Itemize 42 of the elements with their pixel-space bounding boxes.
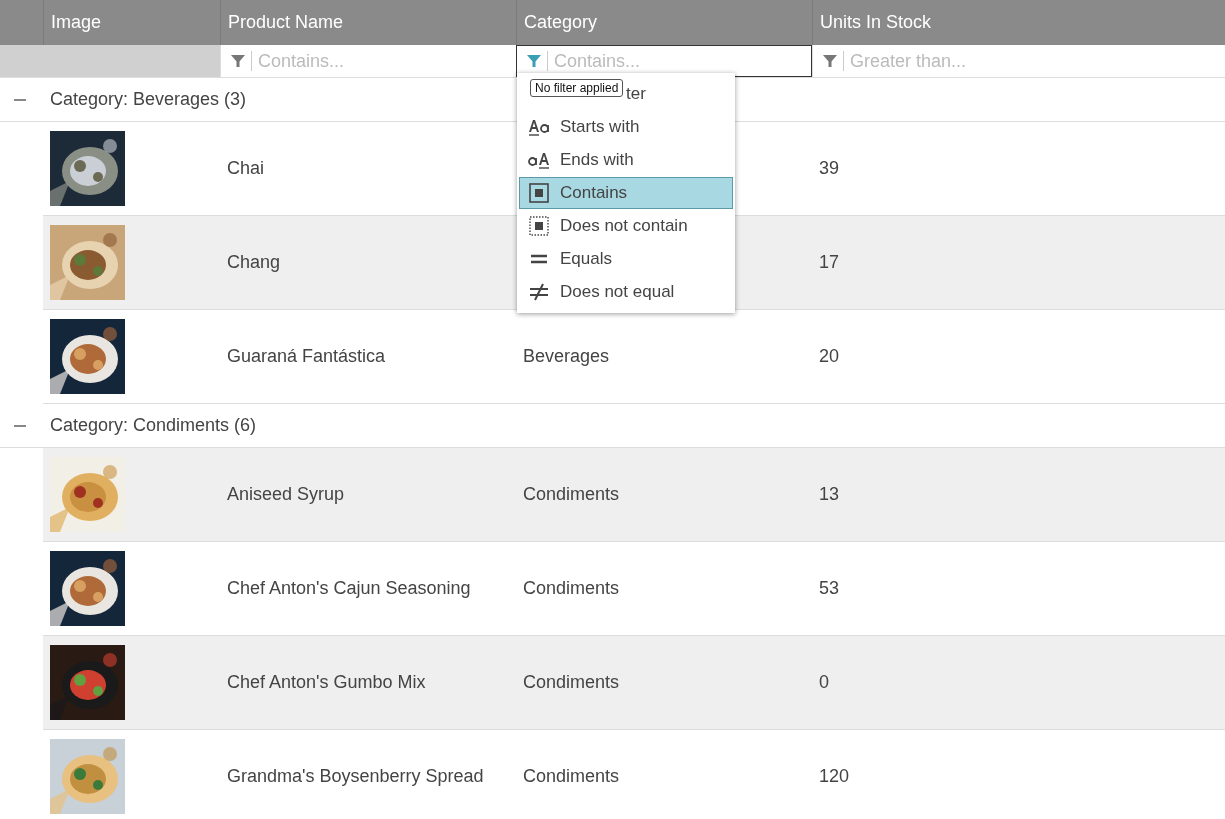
table-cell: Chef Anton's Gumbo Mix [227,672,426,693]
menu-item[interactable]: Does not contain [519,210,733,242]
table-cell: 39 [819,158,840,179]
filter-box[interactable]: Contains... [516,45,812,77]
table-cell: Grandma's Boysenberry Spread [227,766,484,787]
does-not-contain-icon [529,216,549,236]
not-equal-icon [529,283,549,301]
table-cell: Guaraná Fantástica [227,346,386,367]
filter-icon[interactable] [527,54,541,68]
equals-icon [530,253,548,265]
table-cell: Chef Anton's Cajun Seasoning [227,578,471,599]
table-cell: Condiments [523,578,620,599]
tooltip: No filter applied [530,79,624,97]
table-cell: Chang [227,252,281,273]
group-label: Category: Condiments (6) [50,415,257,436]
filter-icon[interactable] [231,54,245,68]
table-cell: 120 [819,766,850,787]
filter-field[interactable]: Contains... [258,50,506,72]
table-cell: Aniseed Syrup [227,484,345,505]
filter-field[interactable]: Contains... [554,50,801,72]
menu-item[interactable]: Equals [519,243,733,275]
table-cell: Beverages [523,346,610,367]
menu-item[interactable]: Ends with [519,144,733,176]
table-cell: 0 [819,672,829,693]
menu-item[interactable]: Does not equal [519,276,733,308]
menu-item[interactable]: Contains [519,177,733,209]
table-cell: Condiments [523,766,620,787]
table-cell: 17 [819,252,840,273]
table-cell: Chai [227,158,265,179]
lowercase-a-icon [528,151,550,169]
table-cell: 20 [819,346,840,367]
table-cell: Condiments [523,672,620,693]
table-cell: 53 [819,578,840,599]
filter-icon[interactable] [823,54,837,68]
uppercase-a-icon [528,118,550,136]
menu-item[interactable]: Starts with [519,111,733,143]
table-cell: 13 [819,484,840,505]
contains-icon [529,183,549,203]
group-label: Category: Beverages (3) [50,89,247,110]
filter-field[interactable]: Greater than... [850,50,1215,72]
menu-item[interactable]: ter [625,78,733,110]
table-cell: Condiments [523,484,620,505]
